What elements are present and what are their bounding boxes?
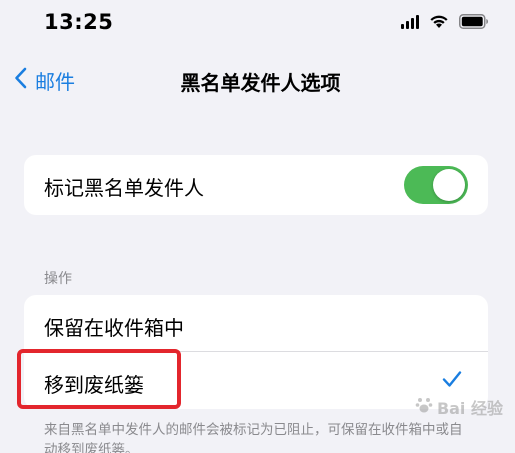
status-icons — [401, 14, 489, 29]
checkmark-icon — [442, 370, 462, 392]
watermark-text: Bai 经验 — [436, 399, 503, 418]
settings-screen: 13:25 邮件 黑名单发件人选项 标记黑名单发件人 操作 保留在收件箱中 移到… — [0, 0, 515, 453]
switch-knob — [433, 169, 465, 201]
paw-icon — [415, 396, 433, 418]
blocked-sender-toggle-row: 标记黑名单发件人 — [24, 155, 488, 215]
watermark: Bai 经验 — [415, 395, 503, 419]
battery-icon — [459, 14, 489, 29]
section-header-actions: 操作 — [44, 271, 72, 287]
footer-description: 来自黑名单中发件人的邮件会被标记为已阻止，可保留在收件箱中或自动移到废纸篓。 — [44, 422, 463, 453]
mark-blocked-sender-switch[interactable] — [404, 166, 468, 204]
option-keep-in-inbox[interactable]: 保留在收件箱中 — [24, 295, 488, 352]
cellular-signal-icon — [401, 14, 419, 29]
page-title: 黑名单发件人选项 — [180, 71, 341, 95]
annotation-highlight-box — [17, 349, 181, 409]
status-time: 13:25 — [44, 10, 114, 34]
option-label: 保留在收件箱中 — [44, 316, 184, 340]
wifi-icon — [429, 14, 449, 29]
toggle-label: 标记黑名单发件人 — [44, 176, 204, 200]
